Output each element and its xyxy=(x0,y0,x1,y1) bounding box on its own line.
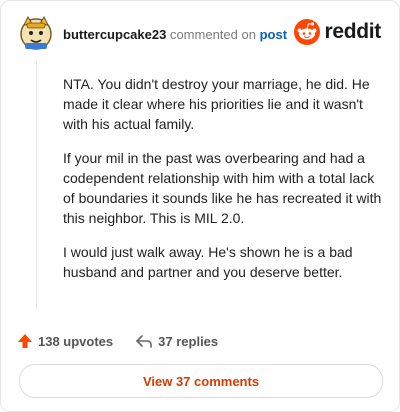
reddit-snoo-icon xyxy=(294,19,321,45)
reddit-wordmark: reddit xyxy=(324,20,381,43)
post-link[interactable]: post xyxy=(260,27,287,42)
view-comments-label: View 37 comments xyxy=(142,373,260,389)
comment-paragraph: NTA. You didn't destroy your marriage, h… xyxy=(63,76,370,132)
comment-header: buttercupcake23 commented on post reddit xyxy=(19,15,385,55)
comment-paragraph: If your mil in the past was overbearing … xyxy=(63,150,382,226)
upvote-arrow-icon xyxy=(18,334,32,348)
reply-count: 37 replies xyxy=(158,333,219,349)
thread-line xyxy=(36,61,37,309)
comment-paragraph: I would just walk away. He's shown he is… xyxy=(63,244,353,280)
header-text: buttercupcake23 commented on post xyxy=(63,27,287,42)
reddit-logo[interactable]: reddit xyxy=(294,18,381,46)
avatar[interactable] xyxy=(19,15,53,51)
username[interactable]: buttercupcake23 xyxy=(63,27,166,42)
view-comments-button[interactable]: View 37 comments xyxy=(19,364,383,398)
upvote-count: 138 upvotes xyxy=(38,333,114,349)
reply-arrow-icon xyxy=(136,335,152,348)
comment-card: buttercupcake23 commented on post reddit… xyxy=(0,0,400,412)
commented-label: commented on xyxy=(169,27,256,42)
comment-actions: 138 upvotes 37 replies xyxy=(17,331,240,351)
upvote-button[interactable]: 138 upvotes xyxy=(17,333,113,349)
comment-body: NTA. You didn't destroy your marriage, h… xyxy=(63,74,383,296)
reply-button[interactable]: 37 replies xyxy=(135,333,218,349)
